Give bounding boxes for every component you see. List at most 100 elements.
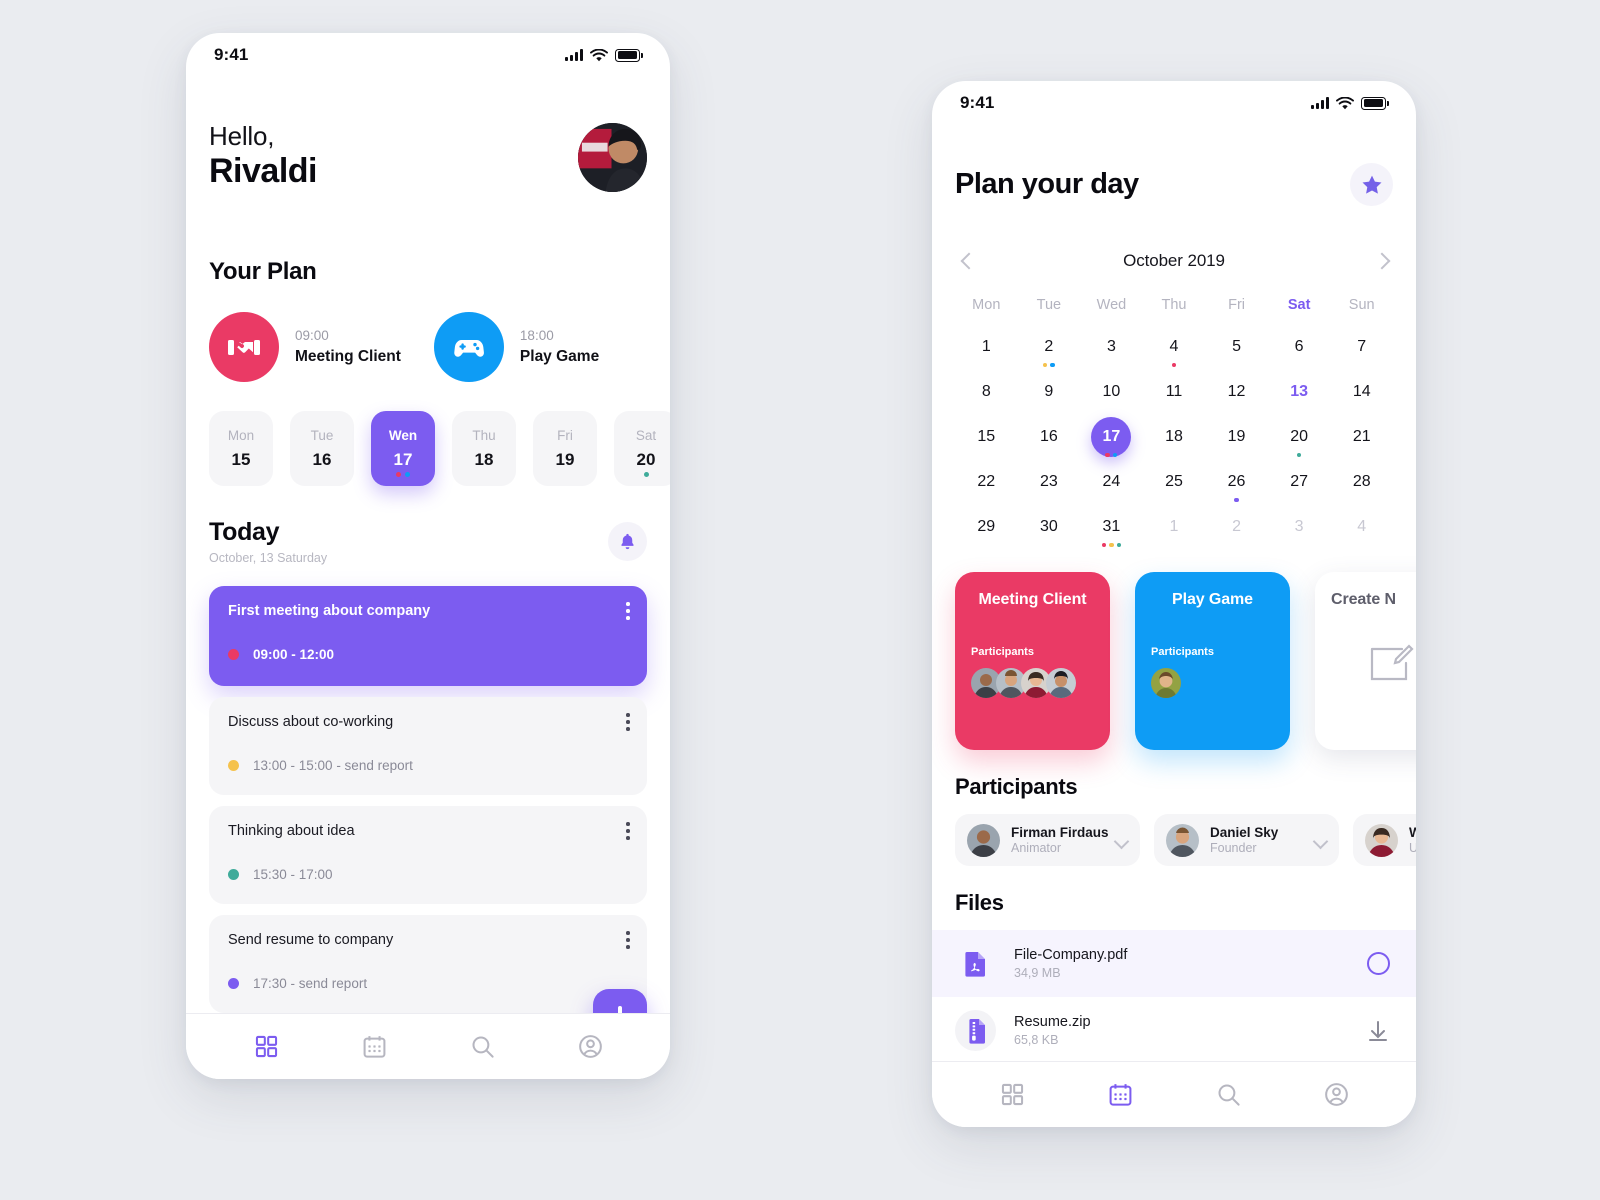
calendar-event-dots <box>1234 497 1239 502</box>
event-card-meeting-client[interactable]: Meeting Client Participants <box>955 572 1110 750</box>
bottom-navigation[interactable] <box>932 1061 1416 1127</box>
calendar-day-cell[interactable]: 4 <box>1330 504 1393 549</box>
day-chip-wen[interactable]: Wen 17 <box>371 411 435 486</box>
calendar-weekday: Thu <box>1161 297 1187 313</box>
calendar-day-cell[interactable]: 5 <box>1205 324 1268 369</box>
plan-item-game[interactable]: 18:00 Play Game <box>433 312 599 382</box>
task-time: 09:00 - 12:00 <box>253 647 335 662</box>
task-card[interactable]: First meeting about company 09:00 - 12:00 <box>209 586 647 686</box>
profile-icon[interactable] <box>1323 1081 1350 1108</box>
event-card-create-new[interactable]: Create N <box>1315 572 1416 750</box>
calendar-day-number: 13 <box>1290 382 1309 400</box>
calendar-day-cell[interactable]: 7 <box>1330 324 1393 369</box>
calendar-day-cell[interactable]: 26 <box>1205 459 1268 504</box>
calendar-day-cell[interactable]: 15 <box>955 414 1018 459</box>
chevron-down-icon[interactable] <box>1314 836 1327 845</box>
today-date: October, 13 Saturday <box>209 551 328 565</box>
battery-icon <box>1361 96 1389 110</box>
calendar-day-cell[interactable]: 2 <box>1018 324 1081 369</box>
task-menu-icon[interactable] <box>626 822 630 840</box>
today-header: Today October, 13 Saturday <box>209 518 647 565</box>
calendar-day-cell[interactable]: 1 <box>1143 504 1206 549</box>
calendar-event-dots <box>1296 452 1302 457</box>
file-size: 34,9 MB <box>1014 966 1061 980</box>
participant-chip[interactable]: Firman Firdaus Animator <box>955 814 1140 866</box>
grid-icon[interactable] <box>253 1033 280 1060</box>
calendar-day-cell[interactable]: 24 <box>1080 459 1143 504</box>
calendar-icon[interactable] <box>361 1033 388 1060</box>
grid-icon[interactable] <box>999 1081 1026 1108</box>
day-chip-thu[interactable]: Thu 18 <box>452 411 516 486</box>
calendar-day-cell[interactable]: 29 <box>955 504 1018 549</box>
calendar-day-cell[interactable]: 3 <box>1268 504 1331 549</box>
calendar-day-cell[interactable]: 9 <box>1018 369 1081 414</box>
loading-ring-icon[interactable] <box>1363 949 1393 979</box>
calendar-day-cell[interactable]: 11 <box>1143 369 1206 414</box>
notification-button[interactable] <box>608 522 647 561</box>
calendar-day-cell[interactable]: 21 <box>1330 414 1393 459</box>
task-card[interactable]: Send resume to company 17:30 - send repor… <box>209 915 647 1013</box>
file-row[interactable]: File-Company.pdf 34,9 MB <box>932 930 1416 997</box>
calendar-icon[interactable] <box>1107 1081 1134 1108</box>
profile-icon[interactable] <box>577 1033 604 1060</box>
calendar-day-cell[interactable]: 12 <box>1205 369 1268 414</box>
task-menu-icon[interactable] <box>626 713 630 731</box>
plan-item-meeting[interactable]: 09:00 Meeting Client <box>209 312 401 382</box>
participant-avatars <box>971 668 1094 698</box>
calendar-day-cell[interactable]: 18 <box>1143 414 1206 459</box>
participant-chip[interactable]: Daniel Sky Founder <box>1154 814 1339 866</box>
search-icon[interactable] <box>1215 1081 1242 1108</box>
task-menu-icon[interactable] <box>626 602 630 620</box>
calendar-day-number: 29 <box>977 517 996 535</box>
calendar-day-cell[interactable]: 2 <box>1205 504 1268 549</box>
calendar-day-cell[interactable]: 16 <box>1018 414 1081 459</box>
calendar-day-cell[interactable]: 19 <box>1205 414 1268 459</box>
day-chip-tue[interactable]: Tue 16 <box>290 411 354 486</box>
favorite-button[interactable] <box>1350 163 1393 206</box>
calendar-day-cell[interactable]: 10 <box>1080 369 1143 414</box>
calendar-day-cell[interactable]: 13 <box>1268 369 1331 414</box>
calendar-day-cell[interactable]: 22 <box>955 459 1018 504</box>
calendar-day-cell[interactable]: 28 <box>1330 459 1393 504</box>
calendar-day-cell[interactable]: 4 <box>1143 324 1206 369</box>
task-card[interactable]: Thinking about idea 15:30 - 17:00 <box>209 806 647 904</box>
file-row[interactable]: Resume.zip 65,8 KB <box>932 997 1416 1064</box>
day-selector[interactable]: Mon 15 Tue 16 Wen 17 Thu 18 Fri 19 Sat 20 <box>209 411 670 486</box>
bottom-navigation[interactable] <box>186 1013 670 1079</box>
calendar-day-number: 3 <box>1106 337 1116 355</box>
chevron-right-icon[interactable] <box>1374 250 1387 272</box>
participant-role: Founder <box>1210 841 1257 855</box>
task-menu-icon[interactable] <box>626 931 630 949</box>
chevron-down-icon[interactable] <box>1115 836 1128 845</box>
calendar-day-cell[interactable]: 17 <box>1080 414 1143 459</box>
avatar[interactable] <box>578 123 647 192</box>
status-bar: 9:41 <box>186 33 670 77</box>
calendar-day-cell[interactable]: 23 <box>1018 459 1081 504</box>
calendar-day-cell[interactable]: 8 <box>955 369 1018 414</box>
calendar-day-cell[interactable]: 25 <box>1143 459 1206 504</box>
phone-home-screen: 9:41 Hello, Rivaldi Your Plan 09:00 Meet… <box>186 33 670 1079</box>
day-chip-fri[interactable]: Fri 19 <box>533 411 597 486</box>
calendar-day-cell[interactable]: 6 <box>1268 324 1331 369</box>
calendar-day-cell[interactable]: 20 <box>1268 414 1331 459</box>
event-card-play-game[interactable]: Play Game Participants <box>1135 572 1290 750</box>
calendar-day-cell[interactable]: 31 <box>1080 504 1143 549</box>
plan-items: 09:00 Meeting Client 18:00 Play Game <box>209 312 647 382</box>
day-chip-sat[interactable]: Sat 20 <box>614 411 670 486</box>
participants-label: Participants <box>1151 646 1214 658</box>
calendar-day-cell[interactable]: 27 <box>1268 459 1331 504</box>
search-icon[interactable] <box>469 1033 496 1060</box>
task-card[interactable]: Discuss about co-working 13:00 - 15:00 - … <box>209 697 647 795</box>
chevron-left-icon[interactable] <box>961 250 974 272</box>
calendar-day-cell[interactable]: 1 <box>955 324 1018 369</box>
day-chip-mon[interactable]: Mon 15 <box>209 411 273 486</box>
participant-chip[interactable]: WenUX W <box>1353 814 1416 866</box>
calendar-day-cell[interactable]: 30 <box>1018 504 1081 549</box>
download-icon[interactable] <box>1363 1016 1393 1046</box>
calendar-day-cell[interactable]: 3 <box>1080 324 1143 369</box>
calendar-day-cell[interactable]: 14 <box>1330 369 1393 414</box>
calendar-weekday: Fri <box>1228 297 1246 313</box>
calendar-day-number: 5 <box>1232 337 1242 355</box>
task-time: 15:30 - 17:00 <box>253 867 333 882</box>
day-chip-number: 18 <box>474 449 494 469</box>
